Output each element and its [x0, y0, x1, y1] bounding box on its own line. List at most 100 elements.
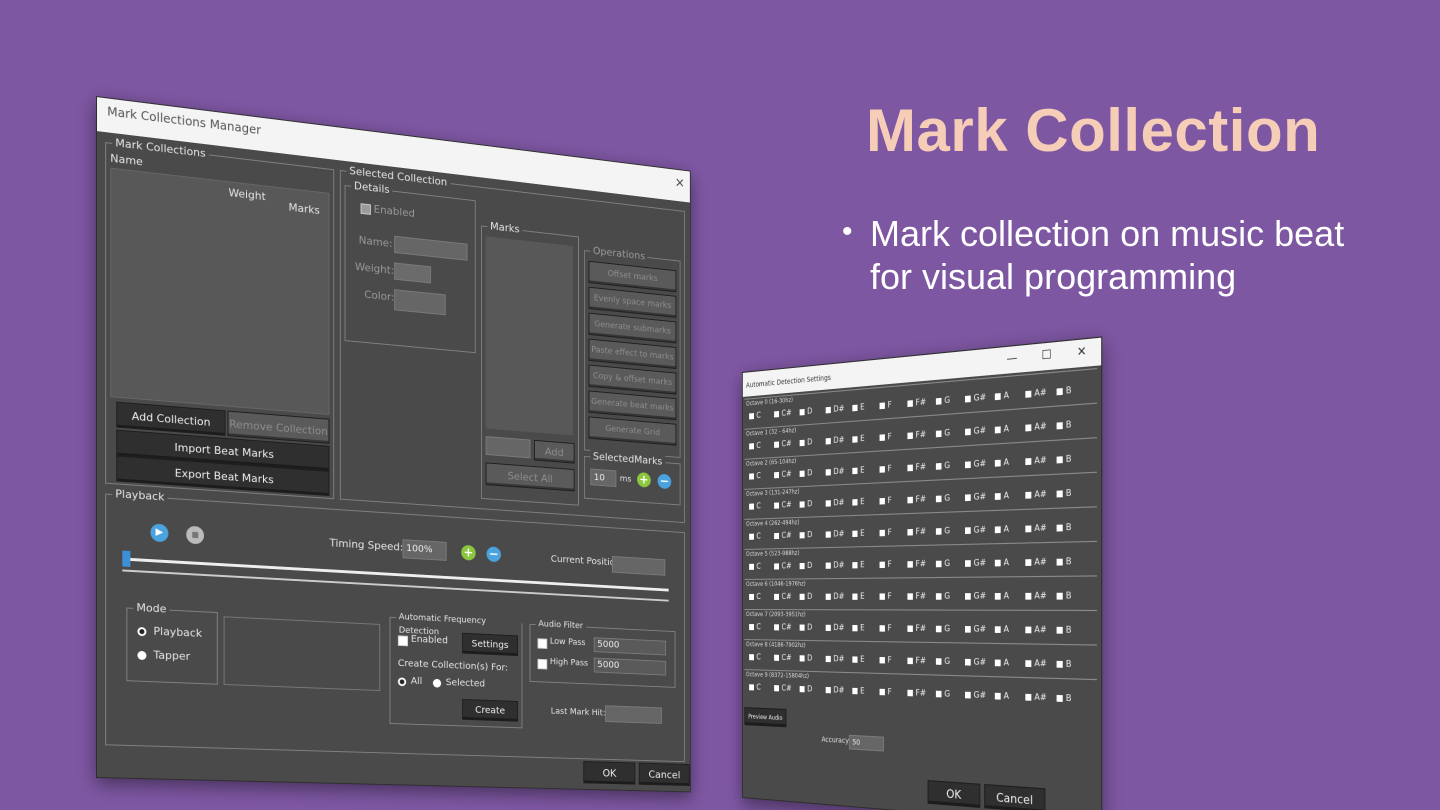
- checkbox-box[interactable]: [1057, 456, 1063, 463]
- note-checkbox[interactable]: A: [995, 691, 1009, 702]
- checkbox-box[interactable]: [995, 692, 1001, 699]
- checkbox-box[interactable]: [907, 625, 912, 631]
- note-checkbox[interactable]: A#: [1025, 387, 1046, 399]
- checkbox-box[interactable]: [995, 559, 1001, 566]
- note-checkbox[interactable]: E: [852, 434, 864, 444]
- checkbox-box[interactable]: [749, 533, 754, 539]
- checkbox-box[interactable]: [880, 466, 885, 473]
- note-checkbox[interactable]: A: [995, 657, 1009, 667]
- checkbox-box[interactable]: [826, 686, 831, 692]
- checkbox-box[interactable]: [936, 495, 942, 502]
- note-checkbox[interactable]: C#: [774, 469, 791, 479]
- checkbox-box[interactable]: [1057, 524, 1063, 531]
- checkbox-box[interactable]: [936, 430, 942, 437]
- note-checkbox[interactable]: G#: [965, 425, 986, 436]
- checkbox-box[interactable]: [965, 494, 971, 501]
- checkbox-box[interactable]: [965, 560, 971, 567]
- checkbox-box[interactable]: [995, 626, 1001, 633]
- checkbox-box[interactable]: [749, 684, 754, 690]
- note-checkbox[interactable]: G#: [965, 491, 986, 502]
- note-checkbox[interactable]: F#: [907, 559, 926, 569]
- note-checkbox[interactable]: D: [800, 684, 813, 694]
- note-checkbox[interactable]: B: [1057, 454, 1072, 465]
- checkbox-box[interactable]: [880, 656, 885, 662]
- note-checkbox[interactable]: D#: [826, 435, 845, 446]
- checkbox-box[interactable]: [800, 685, 805, 691]
- checkbox-box[interactable]: [880, 688, 885, 695]
- checkbox-box[interactable]: [852, 562, 857, 568]
- checkbox-box[interactable]: [1025, 390, 1031, 397]
- note-checkbox[interactable]: G#: [965, 558, 986, 568]
- note-checkbox[interactable]: B: [1057, 659, 1072, 670]
- note-checkbox[interactable]: D: [800, 468, 813, 478]
- note-checkbox[interactable]: G#: [965, 690, 986, 701]
- note-checkbox[interactable]: D#: [826, 466, 845, 476]
- ok-button[interactable]: OK: [928, 780, 981, 808]
- note-checkbox[interactable]: C: [749, 562, 761, 571]
- checkbox-box[interactable]: [965, 395, 971, 402]
- note-checkbox[interactable]: B: [1057, 693, 1072, 704]
- checkbox-box[interactable]: [936, 593, 942, 600]
- note-checkbox[interactable]: G: [936, 428, 950, 439]
- checkbox-box[interactable]: [936, 658, 942, 665]
- note-checkbox[interactable]: D#: [826, 404, 845, 415]
- checkbox-box[interactable]: [852, 499, 857, 506]
- note-checkbox[interactable]: C: [749, 682, 761, 691]
- note-checkbox[interactable]: G: [936, 591, 950, 601]
- checkbox-box[interactable]: [965, 461, 971, 468]
- note-checkbox[interactable]: F#: [907, 688, 926, 698]
- note-checkbox[interactable]: A#: [1025, 455, 1046, 466]
- note-checkbox[interactable]: B: [1057, 419, 1072, 430]
- checkbox-box[interactable]: [1057, 626, 1063, 633]
- checkbox-box[interactable]: [1025, 626, 1031, 633]
- minimize-icon[interactable]: —: [1007, 350, 1018, 366]
- note-checkbox[interactable]: E: [852, 686, 864, 696]
- checkbox-box[interactable]: [965, 625, 971, 632]
- note-checkbox[interactable]: G#: [965, 525, 986, 535]
- note-checkbox[interactable]: A: [995, 490, 1009, 501]
- checkbox-box[interactable]: [800, 532, 805, 538]
- note-checkbox[interactable]: B: [1057, 625, 1072, 635]
- note-checkbox[interactable]: A#: [1025, 421, 1046, 433]
- checkbox-box[interactable]: [995, 492, 1001, 499]
- note-checkbox[interactable]: F: [880, 687, 892, 697]
- checkbox-box[interactable]: [749, 503, 754, 509]
- checkbox-box[interactable]: [907, 496, 912, 503]
- checkbox-box[interactable]: [800, 655, 805, 661]
- note-checkbox[interactable]: D: [800, 561, 813, 570]
- note-checkbox[interactable]: G: [936, 558, 950, 568]
- note-checkbox[interactable]: C#: [774, 622, 791, 631]
- cancel-button[interactable]: Cancel: [984, 784, 1045, 810]
- checkbox-box[interactable]: [826, 655, 831, 661]
- note-checkbox[interactable]: D#: [826, 529, 845, 539]
- note-checkbox[interactable]: C: [749, 501, 761, 511]
- note-checkbox[interactable]: B: [1057, 385, 1072, 396]
- checkbox-box[interactable]: [995, 526, 1001, 533]
- checkbox-box[interactable]: [995, 659, 1001, 666]
- note-checkbox[interactable]: A#: [1025, 692, 1046, 703]
- checkbox-box[interactable]: [852, 404, 857, 411]
- accuracy-field[interactable]: 50: [849, 735, 884, 752]
- note-checkbox[interactable]: C#: [774, 683, 791, 693]
- checkbox-box[interactable]: [907, 657, 912, 664]
- checkbox-box[interactable]: [774, 654, 779, 660]
- note-checkbox[interactable]: D: [800, 653, 813, 663]
- note-checkbox[interactable]: G: [936, 395, 950, 406]
- note-checkbox[interactable]: C: [749, 410, 761, 420]
- checkbox-box[interactable]: [1057, 660, 1063, 667]
- note-checkbox[interactable]: A#: [1025, 489, 1046, 500]
- note-checkbox[interactable]: C: [749, 441, 761, 451]
- checkbox-box[interactable]: [826, 562, 831, 568]
- checkbox-box[interactable]: [995, 393, 1001, 400]
- checkbox-box[interactable]: [852, 656, 857, 662]
- checkbox-box[interactable]: [826, 469, 831, 475]
- checkbox-box[interactable]: [936, 528, 942, 535]
- note-checkbox[interactable]: F: [880, 432, 892, 442]
- checkbox-box[interactable]: [1057, 592, 1063, 599]
- note-checkbox[interactable]: D: [800, 530, 813, 540]
- checkbox-box[interactable]: [880, 593, 885, 599]
- note-checkbox[interactable]: D: [800, 406, 813, 416]
- note-checkbox[interactable]: C#: [774, 500, 791, 510]
- note-checkbox[interactable]: G: [936, 460, 950, 471]
- checkbox-box[interactable]: [936, 625, 942, 632]
